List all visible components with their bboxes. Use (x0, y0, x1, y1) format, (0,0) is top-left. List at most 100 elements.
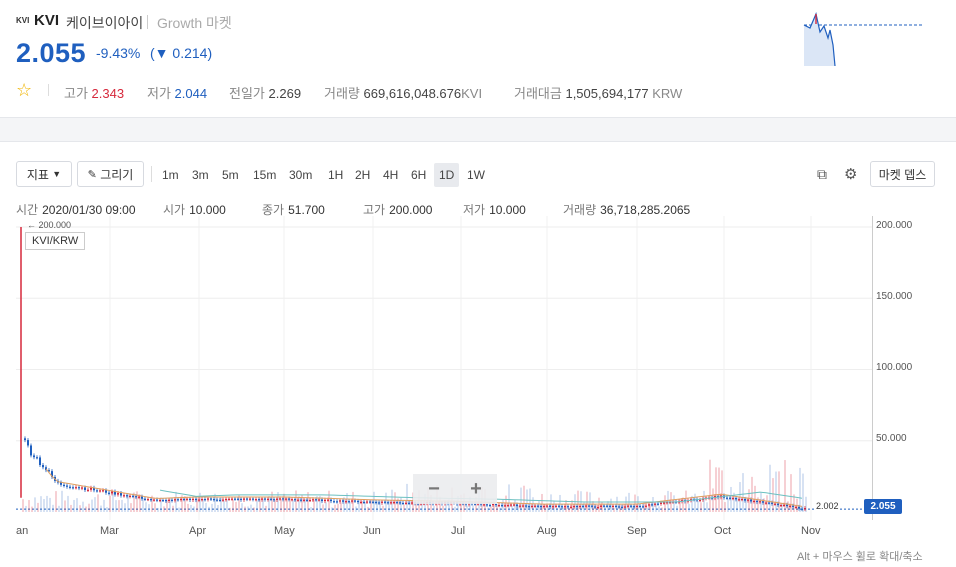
market-depth-button[interactable]: 마켓 뎁스 (870, 161, 935, 187)
candle (789, 505, 791, 507)
draw-button[interactable]: ✎ 그리기 (77, 161, 144, 187)
zoom-out-button[interactable]: − (428, 478, 440, 501)
candle (603, 505, 605, 507)
current-price-tag: 2.055 (864, 499, 902, 514)
candle (699, 499, 701, 502)
volume-bar (442, 505, 444, 512)
volume-bar (250, 504, 252, 512)
candle (369, 501, 371, 503)
volume-bar (172, 505, 174, 512)
indicator-button[interactable]: 지표 ▼ (16, 161, 72, 187)
candle (285, 498, 287, 500)
candle (33, 455, 35, 458)
candle (276, 498, 278, 500)
volume-bar (25, 505, 27, 512)
candle (171, 499, 173, 501)
stat-low: 저가 2.044 (147, 86, 208, 101)
candle (30, 445, 32, 456)
zoom-controls: − + (413, 474, 497, 504)
candle (747, 499, 749, 501)
stat-volume: 거래량 669,616,048.676KVI (324, 86, 483, 101)
candle (663, 502, 665, 504)
candle (492, 503, 494, 506)
divider (48, 84, 49, 96)
volume-bar (70, 504, 72, 512)
tf-1w[interactable]: 1W (462, 163, 490, 187)
candle (546, 505, 548, 507)
candle (99, 490, 101, 492)
candle (345, 501, 347, 503)
zoom-in-button[interactable]: + (470, 478, 482, 501)
external-link-icon[interactable]: ⧉ (817, 166, 827, 183)
star-outline-icon[interactable]: ☆ (16, 80, 32, 101)
candle (732, 497, 734, 500)
volume-bar (214, 493, 216, 512)
tf-5m[interactable]: 5m (217, 163, 244, 187)
candle (405, 502, 407, 504)
candle (291, 499, 293, 501)
volume-bar (487, 507, 489, 512)
candle (771, 502, 773, 504)
candle (312, 499, 314, 501)
volume-bar (94, 497, 96, 512)
tf-4h[interactable]: 4H (378, 163, 403, 187)
candle (408, 502, 410, 504)
symbol: KVI (34, 12, 60, 29)
candle (90, 487, 92, 490)
candle (657, 503, 659, 505)
candle (522, 505, 524, 507)
candle (81, 487, 83, 489)
volume-bar (31, 506, 33, 512)
x-tick-label: Jun (363, 525, 381, 537)
volume-bar (85, 506, 87, 512)
volume-bar (82, 501, 84, 512)
candle (306, 499, 308, 501)
volume-bar (34, 497, 36, 512)
volume-bar (55, 491, 57, 512)
candle (120, 493, 122, 496)
candle (24, 438, 26, 441)
tf-1m[interactable]: 1m (157, 163, 184, 187)
candle (219, 499, 221, 502)
candle (228, 498, 230, 500)
tf-1d[interactable]: 1D (434, 163, 460, 187)
candle (744, 498, 746, 501)
candle (201, 499, 203, 501)
tf-15m[interactable]: 15m (248, 163, 281, 187)
volume-bar (490, 506, 492, 512)
market-name: Growth 마켓 (157, 15, 232, 31)
candle (645, 505, 647, 507)
candle (177, 499, 179, 501)
candle (558, 505, 560, 507)
volume-bar (694, 493, 696, 512)
tf-30m[interactable]: 30m (284, 163, 317, 187)
candle (174, 499, 176, 501)
volume-bar (52, 504, 54, 512)
candle (297, 499, 299, 501)
volume-bar (64, 500, 66, 512)
candle (192, 498, 194, 501)
tf-6h[interactable]: 6H (406, 163, 431, 187)
volume-bar (355, 506, 357, 512)
x-tick-label: an (16, 525, 29, 537)
candle (213, 499, 215, 501)
volume-bar (88, 503, 90, 512)
volume-bar (688, 503, 690, 512)
candle (402, 502, 404, 505)
gear-icon[interactable]: ⚙ (844, 165, 857, 183)
volume-bar (97, 494, 99, 512)
volume-bar (454, 506, 456, 512)
candle (801, 508, 803, 510)
volume-bar (697, 501, 699, 512)
volume-bar (598, 497, 600, 512)
candle (489, 504, 491, 507)
candle (225, 498, 227, 501)
candle (294, 499, 296, 501)
candle (258, 499, 260, 501)
tf-3m[interactable]: 3m (187, 163, 214, 187)
candle (63, 484, 65, 487)
volume-bar (676, 505, 678, 512)
tf-2h[interactable]: 2H (350, 163, 375, 187)
candle (501, 505, 503, 507)
tf-1h[interactable]: 1H (323, 163, 348, 187)
